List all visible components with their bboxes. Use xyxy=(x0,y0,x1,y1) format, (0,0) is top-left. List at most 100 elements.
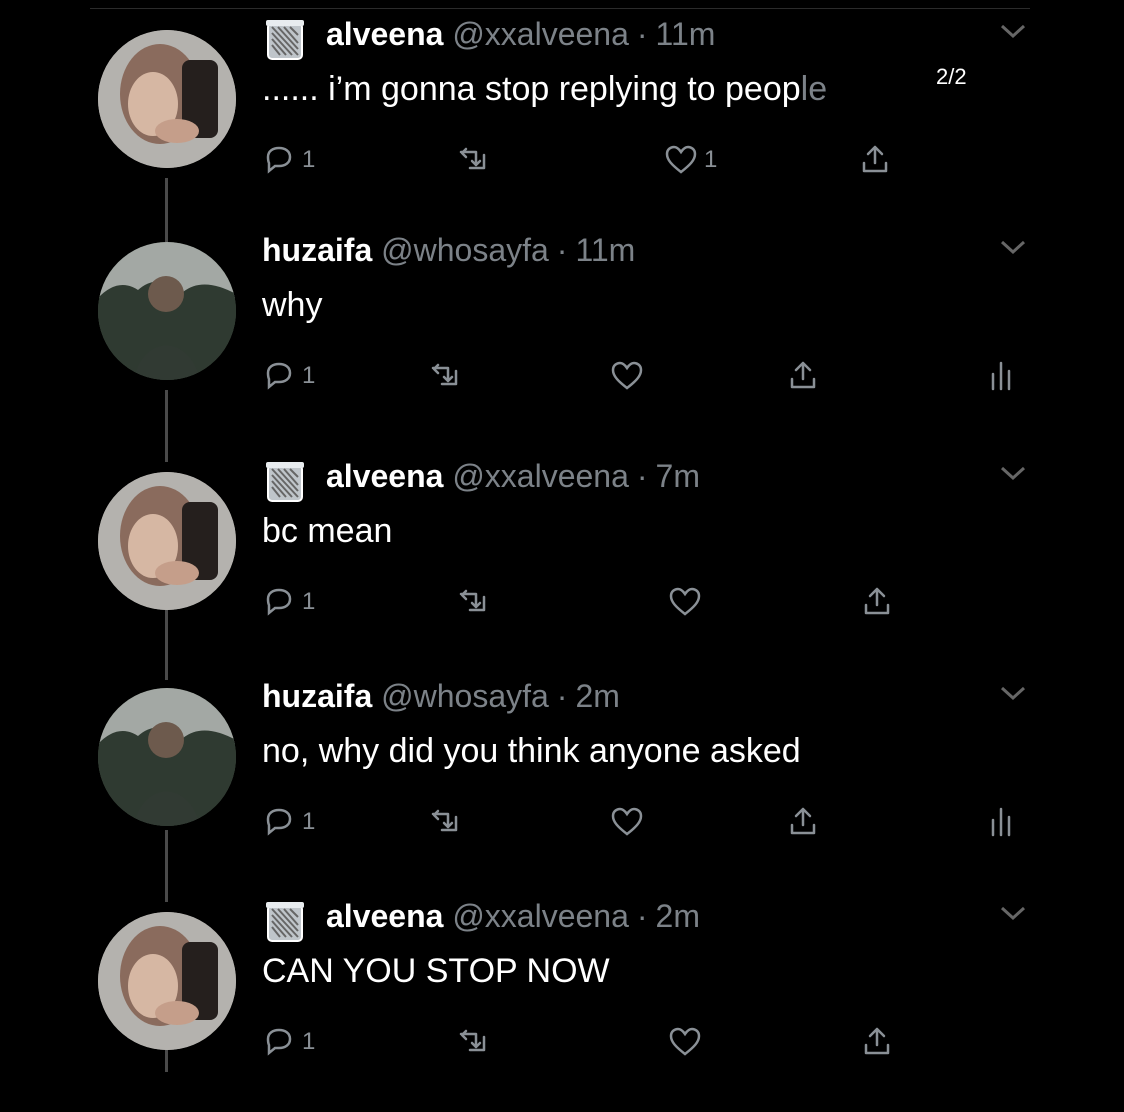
tweet-header: alveena @xxalveena · 11m xyxy=(326,16,716,52)
like-button[interactable] xyxy=(668,584,702,620)
retweet-button[interactable] xyxy=(428,804,462,840)
outdoor-avatar-image xyxy=(98,688,236,826)
reply-icon xyxy=(266,362,292,390)
wastebasket-emoji-icon xyxy=(262,15,308,61)
analytics-icon xyxy=(991,361,1011,391)
timestamp[interactable]: 11m xyxy=(575,232,635,268)
display-name[interactable]: alveena xyxy=(326,898,443,934)
share-icon xyxy=(790,807,816,835)
outdoor-avatar-image xyxy=(98,242,236,380)
top-divider xyxy=(90,8,1030,9)
heart-icon xyxy=(611,807,643,836)
tweet-actions: 1 xyxy=(262,804,1042,846)
thread-counter: 2/2 xyxy=(936,64,967,89)
like-button[interactable]: 1 xyxy=(664,142,717,178)
tweet-actions: 1 xyxy=(262,358,1042,400)
like-button[interactable] xyxy=(610,804,644,840)
display-name[interactable]: alveena xyxy=(326,458,443,494)
display-name[interactable]: huzaifa xyxy=(262,232,372,268)
retweet-button[interactable] xyxy=(456,584,490,620)
chevron-down-icon[interactable] xyxy=(998,462,1028,484)
tweet-header: alveena @xxalveena · 7m xyxy=(326,458,700,494)
selfie-avatar-image xyxy=(98,30,236,168)
tweet-text: ...... i’m gonna stop replying to people xyxy=(262,70,828,108)
heart-icon xyxy=(611,361,643,390)
analytics-button[interactable] xyxy=(984,804,1018,840)
reply-count: 1 xyxy=(302,1028,316,1055)
heart-icon xyxy=(665,145,697,174)
avatar[interactable] xyxy=(98,472,236,610)
selfie-avatar-image xyxy=(98,472,236,610)
display-name[interactable]: alveena xyxy=(326,16,443,52)
wastebasket-emoji-icon xyxy=(262,897,308,943)
heart-icon xyxy=(669,1027,701,1056)
chevron-down-icon[interactable] xyxy=(998,902,1028,924)
chevron-down-icon[interactable] xyxy=(998,682,1028,704)
retweet-icon xyxy=(459,589,486,612)
handle[interactable]: @xxalveena xyxy=(452,898,629,934)
tweet-4[interactable]: huzaifa @whosayfa · 2m no, why did you thi… xyxy=(0,672,1124,892)
share-button[interactable] xyxy=(860,584,894,620)
handle[interactable]: @whosayfa xyxy=(381,678,549,714)
chevron-down-icon[interactable] xyxy=(998,20,1028,42)
share-icon xyxy=(864,587,890,615)
reply-button[interactable]: 1 xyxy=(262,358,315,394)
avatar[interactable] xyxy=(98,688,236,826)
faded-text: le xyxy=(800,70,828,108)
tweet-text: CAN YOU STOP NOW xyxy=(262,952,610,990)
reply-count: 1 xyxy=(302,146,316,173)
tweet-header: huzaifa @whosayfa · 2m xyxy=(262,678,620,714)
retweet-icon xyxy=(431,809,458,832)
retweet-icon xyxy=(459,147,486,170)
analytics-icon xyxy=(991,807,1011,837)
like-button[interactable] xyxy=(668,1024,702,1060)
handle[interactable]: @whosayfa xyxy=(381,232,549,268)
share-button[interactable] xyxy=(858,142,892,178)
tweet-header: huzaifa @whosayfa · 11m xyxy=(262,232,636,268)
avatar[interactable] xyxy=(98,912,236,1050)
tweet-actions: 1 xyxy=(262,1024,1042,1066)
tweet-2[interactable]: huzaifa @whosayfa · 11m why 1 xyxy=(0,226,1124,446)
avatar[interactable] xyxy=(98,30,236,168)
chevron-down-icon[interactable] xyxy=(998,236,1028,258)
display-name[interactable]: huzaifa xyxy=(262,678,372,714)
retweet-button[interactable] xyxy=(456,1024,490,1060)
tweet-header: alveena @xxalveena · 2m xyxy=(326,898,700,934)
tweet-actions: 1 xyxy=(262,584,1042,626)
tweet-1[interactable]: alveena @xxalveena · 11m ...... i’m gonna … xyxy=(0,10,1124,230)
reply-icon xyxy=(266,146,292,174)
share-button[interactable] xyxy=(860,1024,894,1060)
like-button[interactable] xyxy=(610,358,644,394)
tweet-5[interactable]: alveena @xxalveena · 2m CAN YOU STOP NOW 1 xyxy=(0,892,1124,1112)
retweet-button[interactable] xyxy=(428,358,462,394)
timestamp[interactable]: 7m xyxy=(656,458,700,494)
wastebasket-emoji-icon xyxy=(262,457,308,503)
reply-button[interactable]: 1 xyxy=(262,142,315,178)
reply-count: 1 xyxy=(302,808,316,835)
share-button[interactable] xyxy=(786,804,820,840)
selfie-avatar-image xyxy=(98,912,236,1050)
retweet-icon xyxy=(459,1029,486,1052)
reply-count: 1 xyxy=(302,588,316,615)
share-button[interactable] xyxy=(786,358,820,394)
timestamp[interactable]: 2m xyxy=(656,898,700,934)
tweet-actions: 1 1 xyxy=(262,142,1042,184)
analytics-button[interactable] xyxy=(984,358,1018,394)
timestamp[interactable]: 11m xyxy=(656,16,716,52)
timestamp[interactable]: 2m xyxy=(575,678,619,714)
avatar[interactable] xyxy=(98,242,236,380)
reply-button[interactable]: 1 xyxy=(262,1024,315,1060)
tweet-text: bc mean xyxy=(262,512,393,550)
tweet-text: no, why did you think anyone asked xyxy=(262,732,801,770)
reply-button[interactable]: 1 xyxy=(262,584,315,620)
share-icon xyxy=(790,361,816,389)
reply-button[interactable]: 1 xyxy=(262,804,315,840)
share-icon xyxy=(862,145,888,173)
tweet-3[interactable]: alveena @xxalveena · 7m bc mean 1 xyxy=(0,452,1124,672)
retweet-icon xyxy=(431,363,458,386)
handle[interactable]: @xxalveena xyxy=(452,16,629,52)
heart-icon xyxy=(669,587,701,616)
reply-icon xyxy=(266,1028,292,1056)
handle[interactable]: @xxalveena xyxy=(452,458,629,494)
retweet-button[interactable] xyxy=(456,142,490,178)
